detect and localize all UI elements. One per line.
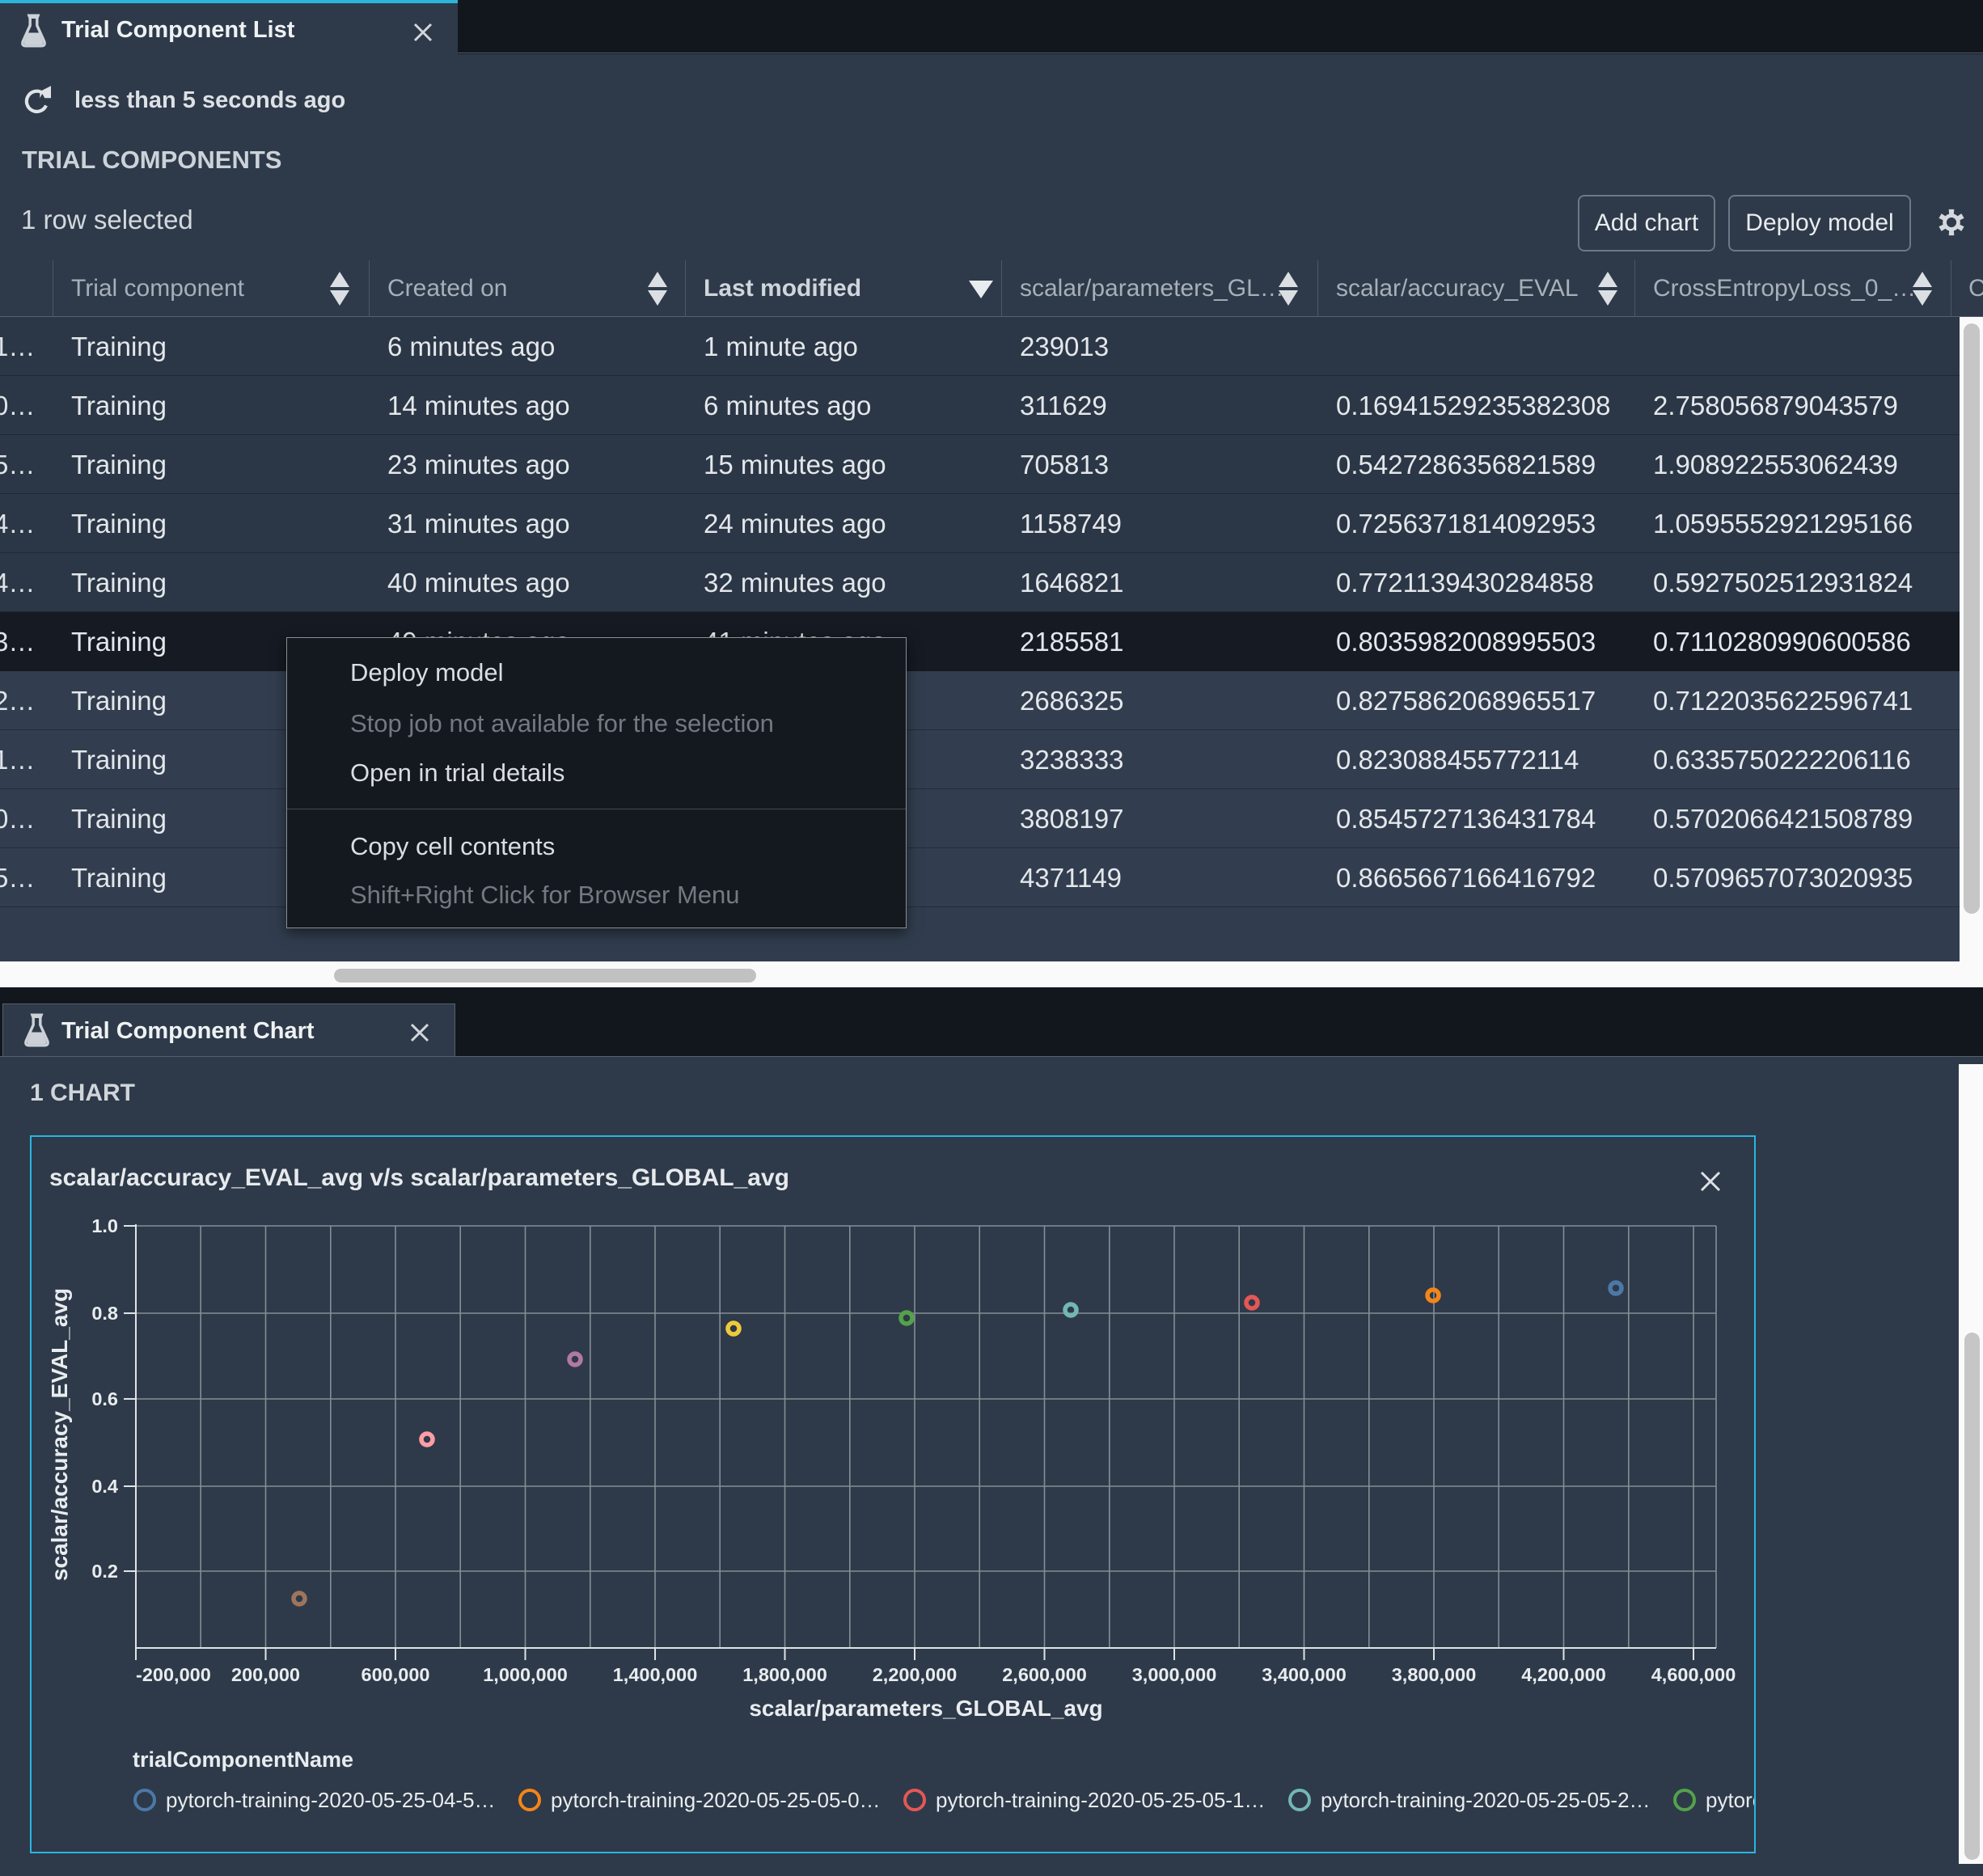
svg-text:pytorch-training-2020-05-25-05: pytorch-training-2020-05-25-05-2… [1321, 1788, 1651, 1812]
svg-text:pytorch-training-2020-05-25-04: pytorch-training-2020-05-25-04-5… [166, 1788, 496, 1812]
svg-text:4,600,000: 4,600,000 [1651, 1664, 1736, 1685]
svg-text:1.0: 1.0 [91, 1215, 118, 1236]
svg-text:4,200,000: 4,200,000 [1521, 1664, 1606, 1685]
svg-text:pytorch-training-2020-05-25-05: pytorch-training-2020-05-25-05-2… [1706, 1788, 1754, 1812]
svg-text:0.8: 0.8 [91, 1303, 118, 1324]
svg-text:3,000,000: 3,000,000 [1132, 1664, 1217, 1685]
svg-text:1,000,000: 1,000,000 [483, 1664, 568, 1685]
svg-text:3,400,000: 3,400,000 [1262, 1664, 1347, 1685]
svg-text:pytorch-training-2020-05-25-05: pytorch-training-2020-05-25-05-0… [551, 1788, 881, 1812]
svg-text:600,000: 600,000 [362, 1664, 430, 1685]
svg-text:1,400,000: 1,400,000 [613, 1664, 698, 1685]
svg-text:2,200,000: 2,200,000 [873, 1664, 958, 1685]
svg-text:3,800,000: 3,800,000 [1392, 1664, 1477, 1685]
svg-text:1,800,000: 1,800,000 [742, 1664, 827, 1685]
svg-text:0.4: 0.4 [91, 1476, 118, 1497]
svg-text:0.6: 0.6 [91, 1388, 118, 1409]
svg-text:0.2: 0.2 [91, 1561, 118, 1582]
svg-text:-200,000: -200,000 [136, 1664, 211, 1685]
svg-text:scalar/accuracy_EVAL_avg: scalar/accuracy_EVAL_avg [47, 1288, 72, 1581]
svg-text:200,000: 200,000 [231, 1664, 300, 1685]
svg-text:scalar/parameters_GLOBAL_avg: scalar/parameters_GLOBAL_avg [749, 1696, 1102, 1721]
svg-text:2,600,000: 2,600,000 [1002, 1664, 1087, 1685]
svg-text:pytorch-training-2020-05-25-05: pytorch-training-2020-05-25-05-1… [936, 1788, 1266, 1812]
svg-text:trialComponentName: trialComponentName [133, 1747, 353, 1772]
